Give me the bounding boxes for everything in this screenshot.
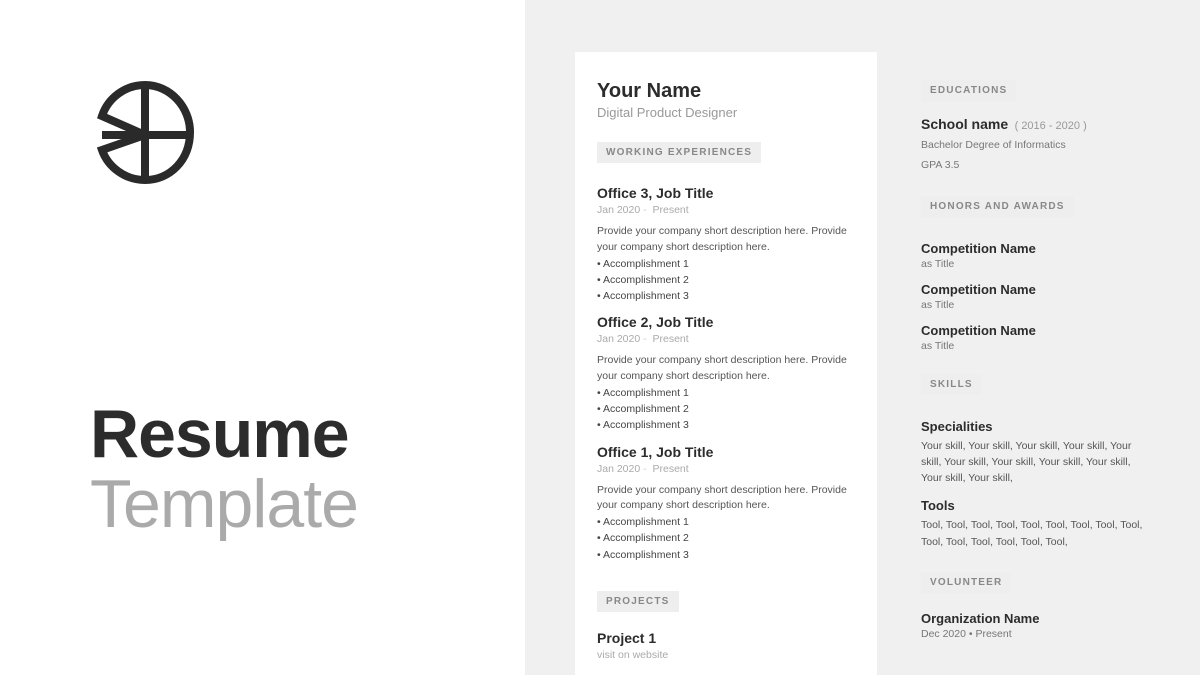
honor-entry: Competition Name as Title	[921, 323, 1150, 352]
job-entry: Office 1, Job Title Jan 2020 - Present P…	[597, 444, 855, 563]
job-title: Office 1, Job Title	[597, 444, 855, 460]
skills-tools-body: Tool, Tool, Tool, Tool, Tool, Tool, Tool…	[921, 517, 1150, 550]
skills-tools-head: Tools	[921, 498, 1150, 513]
skills-specialities-head: Specialities	[921, 419, 1150, 434]
job-accomplishment: • Accomplishment 1	[597, 514, 855, 530]
section-label-volunteer: VOLUNTEER	[921, 572, 1011, 593]
job-accomplishment: • Accomplishment 3	[597, 288, 855, 304]
job-accomplishment: • Accomplishment 1	[597, 256, 855, 272]
competition-name: Competition Name	[921, 241, 1150, 256]
school-gpa: GPA 3.5	[921, 158, 1150, 174]
resume-name: Your Name	[597, 80, 855, 103]
competition-sub: as Title	[921, 258, 1150, 270]
competition-sub: as Title	[921, 299, 1150, 311]
honor-entry: Competition Name as Title	[921, 241, 1150, 270]
resume-main-column: Your Name Digital Product Designer WORKI…	[575, 52, 877, 675]
school-years: ( 2016 - 2020 )	[1015, 120, 1087, 132]
education-entry: School name ( 2016 - 2020 )	[921, 116, 1150, 134]
section-label-skills: SKILLS	[921, 374, 982, 395]
honor-entry: Competition Name as Title	[921, 282, 1150, 311]
title-line-1: Resume	[90, 395, 525, 473]
volunteer-date: Dec 2020 • Present	[921, 628, 1150, 640]
job-accomplishment: • Accomplishment 3	[597, 417, 855, 433]
job-entry: Office 3, Job Title Jan 2020 - Present P…	[597, 185, 855, 304]
school-name: School name	[921, 116, 1008, 132]
job-accomplishment: • Accomplishment 3	[597, 547, 855, 563]
project-subtitle: visit on website	[597, 649, 855, 661]
job-description: Provide your company short description h…	[597, 224, 855, 256]
title-block: Resume Template	[90, 395, 525, 543]
logo-icon	[90, 80, 525, 195]
job-accomplishment: • Accomplishment 2	[597, 401, 855, 417]
job-accomplishment: • Accomplishment 2	[597, 530, 855, 546]
job-title: Office 2, Job Title	[597, 314, 855, 330]
job-accomplishment: • Accomplishment 1	[597, 385, 855, 401]
job-date: Jan 2020 - Present	[597, 204, 855, 216]
section-label-education: EDUCATIONS	[921, 80, 1016, 101]
job-accomplishment: • Accomplishment 2	[597, 272, 855, 288]
skills-specialities-body: Your skill, Your skill, Your skill, Your…	[921, 438, 1150, 487]
competition-name: Competition Name	[921, 323, 1150, 338]
competition-sub: as Title	[921, 340, 1150, 352]
left-panel: Resume Template	[0, 0, 525, 675]
volunteer-org-name: Organization Name	[921, 611, 1150, 626]
right-panel: Your Name Digital Product Designer WORKI…	[525, 0, 1200, 675]
job-title: Office 3, Job Title	[597, 185, 855, 201]
job-date: Jan 2020 - Present	[597, 463, 855, 475]
section-label-projects: PROJECTS	[597, 591, 679, 612]
title-line-2: Template	[90, 465, 525, 543]
job-description: Provide your company short description h…	[597, 353, 855, 385]
school-degree: Bachelor Degree of Informatics	[921, 138, 1150, 154]
resume-role: Digital Product Designer	[597, 105, 855, 120]
section-label-honors: HONORS AND AWARDS	[921, 196, 1074, 217]
job-entry: Office 2, Job Title Jan 2020 - Present P…	[597, 314, 855, 433]
section-label-work: WORKING EXPERIENCES	[597, 142, 761, 163]
project-title: Project 1	[597, 630, 855, 646]
job-description: Provide your company short description h…	[597, 483, 855, 515]
resume-side-column: EDUCATIONS School name ( 2016 - 2020 ) B…	[921, 52, 1150, 675]
job-date: Jan 2020 - Present	[597, 333, 855, 345]
competition-name: Competition Name	[921, 282, 1150, 297]
